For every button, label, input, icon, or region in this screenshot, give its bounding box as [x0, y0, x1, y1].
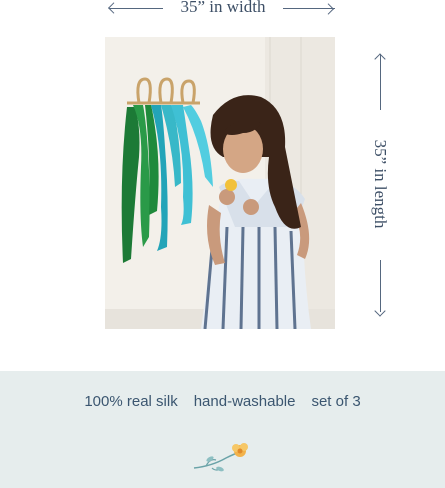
feature-washable: hand-washable [193, 393, 296, 410]
feature-set: set of 3 [311, 393, 361, 410]
flower-icon [193, 443, 248, 472]
length-line-bottom [380, 260, 381, 312]
width-line-left [109, 8, 163, 9]
length-dimension: 35” in length [365, 48, 395, 318]
arrow-down-icon [374, 305, 386, 317]
product-photo [105, 37, 335, 329]
width-label: 35” in width [180, 0, 266, 16]
feature-silk: 100% real silk [84, 393, 178, 410]
arrow-right-icon [322, 3, 334, 15]
length-line-top [380, 54, 381, 110]
length-label: 35” in length [371, 139, 390, 229]
width-dimension: 35” in width [105, 0, 335, 20]
feature-list: 100% real silk hand-washable set of 3 [0, 393, 445, 410]
